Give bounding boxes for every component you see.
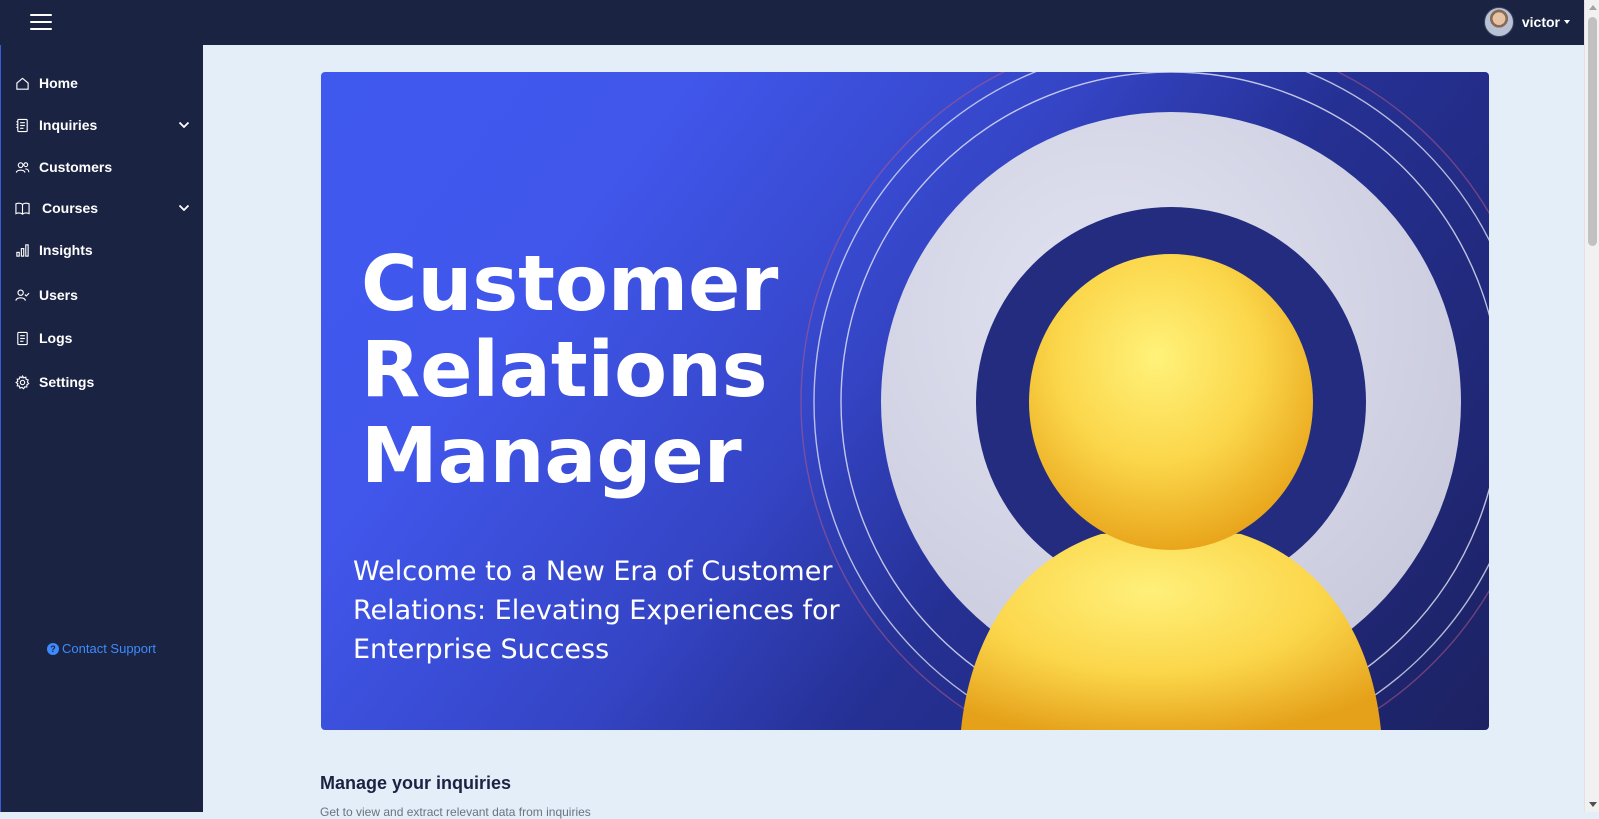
home-icon bbox=[14, 75, 30, 91]
sidebar-item-label: Inquiries bbox=[39, 117, 98, 133]
hero-subtitle: Welcome to a New Era of Customer Relatio… bbox=[353, 556, 840, 665]
sidebar-item-customers[interactable]: Customers bbox=[1, 149, 204, 185]
chevron-down-icon[interactable] bbox=[177, 201, 191, 215]
scroll-down-arrow-icon[interactable] bbox=[1589, 802, 1597, 807]
inquiries-icon bbox=[14, 117, 30, 133]
user-name[interactable]: victor bbox=[1522, 14, 1560, 30]
sidebar-item-courses[interactable]: Courses bbox=[1, 190, 204, 226]
bar-chart-icon bbox=[14, 242, 30, 258]
top-navbar: victor bbox=[0, 0, 1584, 45]
sidebar-item-settings[interactable]: Settings bbox=[1, 364, 204, 400]
user-check-icon bbox=[14, 287, 30, 303]
sidebar-item-label: Users bbox=[39, 287, 78, 303]
user-avatar[interactable] bbox=[1483, 7, 1514, 37]
sidebar-item-label: Settings bbox=[39, 374, 95, 390]
sidebar: Home Inquiries Customers Courses Insight… bbox=[0, 45, 203, 812]
section-subtitle: Get to view and extract relevant data fr… bbox=[320, 805, 591, 819]
scrollbar-thumb[interactable] bbox=[1588, 17, 1597, 246]
contact-support-link[interactable]: ? Contact Support bbox=[47, 641, 156, 656]
sidebar-item-label: Insights bbox=[39, 242, 93, 258]
hamburger-icon[interactable] bbox=[30, 12, 52, 32]
sidebar-item-logs[interactable]: Logs bbox=[1, 320, 204, 356]
gear-icon bbox=[14, 374, 30, 390]
caret-down-icon[interactable] bbox=[1564, 20, 1570, 24]
logs-icon bbox=[14, 330, 30, 346]
contact-support-label[interactable]: Contact Support bbox=[62, 641, 156, 656]
customers-icon bbox=[14, 159, 30, 175]
chevron-down-icon[interactable] bbox=[177, 118, 191, 132]
user-menu[interactable]: victor bbox=[1483, 7, 1570, 37]
section-title: Manage your inquiries bbox=[320, 773, 512, 793]
sidebar-item-insights[interactable]: Insights bbox=[1, 232, 204, 268]
sidebar-item-label: Courses bbox=[42, 200, 99, 216]
hero-title-line: Customer bbox=[361, 240, 779, 329]
sidebar-item-home[interactable]: Home bbox=[1, 65, 204, 101]
scroll-up-arrow-icon[interactable] bbox=[1589, 5, 1597, 10]
book-icon bbox=[14, 200, 30, 216]
sidebar-item-users[interactable]: Users bbox=[1, 277, 204, 313]
sidebar-item-inquiries[interactable]: Inquiries bbox=[1, 107, 204, 143]
page-scrollbar[interactable] bbox=[1584, 0, 1599, 812]
sidebar-item-label: Logs bbox=[39, 330, 73, 346]
hero-title: Customer Relations Manager bbox=[361, 242, 821, 500]
sidebar-item-label: Home bbox=[39, 75, 78, 91]
hero-title-line: Manager bbox=[361, 412, 742, 501]
help-circle-icon: ? bbox=[47, 642, 59, 655]
hero-banner: Customer Relations Manager Welcome to a … bbox=[321, 72, 1489, 730]
hero-title-line: Relations bbox=[361, 326, 768, 415]
sidebar-item-label: Customers bbox=[39, 159, 113, 175]
